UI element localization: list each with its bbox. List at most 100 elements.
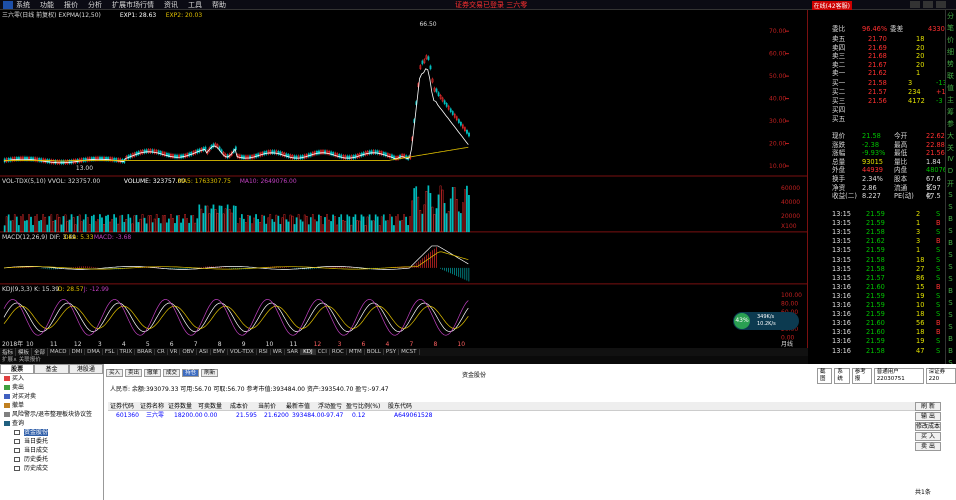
menu-item-system[interactable]: 系统: [16, 0, 30, 10]
sidebar-tab[interactable]: 筹: [946, 107, 955, 117]
sidebar-tab[interactable]: 联: [946, 71, 955, 81]
indicator-tab[interactable]: CR: [155, 349, 168, 355]
toolbar-button[interactable]: 持仓: [182, 368, 200, 377]
sidebar-tab[interactable]: S: [946, 323, 955, 333]
sidebar-tab[interactable]: D: [946, 167, 955, 177]
tree-item[interactable]: 买入: [0, 374, 103, 383]
indicator-tab[interactable]: VR: [168, 349, 181, 355]
sidebar-tab[interactable]: 细: [946, 47, 955, 57]
tree-item[interactable]: 卖出: [0, 383, 103, 392]
table-row[interactable]: 601360 三六零 18200.00 0.00 21.595 21.6200 393484…: [108, 411, 916, 420]
indicator-tab[interactable]: VOL-TDX: [228, 349, 257, 355]
indicator-tab[interactable]: PSY: [384, 349, 400, 355]
indicator-tab[interactable]: SAR: [285, 349, 302, 355]
indicator-tab[interactable]: CCI: [316, 349, 330, 355]
menu-item-help[interactable]: 帮助: [212, 0, 226, 10]
account-button[interactable]: 截图: [817, 368, 833, 384]
tree-tab-fund[interactable]: 基金: [34, 364, 69, 374]
action-button[interactable]: 买 入: [915, 432, 941, 441]
action-button[interactable]: 刷 新: [915, 402, 941, 411]
sidebar-tab[interactable]: S: [946, 191, 955, 201]
maximize-icon[interactable]: [923, 1, 933, 8]
kline-chart[interactable]: 三六零(日线 前复权) EXPMA(12,50) EXP1: 28.63 EXP…: [0, 10, 808, 348]
toolbar-button[interactable]: 成交: [163, 368, 181, 377]
indicator-tab[interactable]: MACD: [48, 349, 70, 355]
indicator-tab[interactable]: BOLL: [365, 349, 384, 355]
indicator-tab[interactable]: FSL: [103, 349, 118, 355]
tree-subitem[interactable]: 当日成交: [0, 446, 103, 455]
sidebar-tab[interactable]: 笔: [946, 23, 955, 33]
indicator-tab[interactable]: 指标: [0, 348, 17, 356]
tree-subitem[interactable]: 历史成交: [0, 464, 103, 473]
tree-subitem[interactable]: 当日委托: [0, 437, 103, 446]
sidebar-tab[interactable]: Ⅳ: [946, 155, 955, 165]
sidebar-tab[interactable]: 值: [946, 83, 955, 93]
indicator-tab[interactable]: KDJ: [301, 349, 316, 355]
sidebar-tab[interactable]: B: [946, 287, 955, 297]
column-header[interactable]: 浮动盈亏: [318, 402, 342, 411]
indicator-tab[interactable]: 模板: [16, 348, 33, 356]
column-header[interactable]: 可卖数量: [198, 402, 222, 411]
sidebar-tab[interactable]: 参: [946, 119, 955, 129]
sidebar-tab[interactable]: S: [946, 251, 955, 261]
indicator-tab[interactable]: ROC: [330, 349, 347, 355]
indicator-tab[interactable]: OBV: [180, 349, 198, 355]
indicator-tab[interactable]: MCST: [399, 349, 420, 355]
sidebar-tab[interactable]: S: [946, 263, 955, 273]
tree-item[interactable]: 对买对卖: [0, 392, 103, 401]
column-header[interactable]: 股东代码: [388, 402, 412, 411]
column-header[interactable]: 当前价: [258, 402, 276, 411]
action-button[interactable]: 卖 出: [915, 442, 941, 451]
account-button[interactable]: 参考报: [851, 368, 872, 384]
menu-item-function[interactable]: 功能: [40, 0, 54, 10]
menu-item-quote[interactable]: 报价: [64, 0, 78, 10]
tree-subitem[interactable]: 资金股份: [0, 428, 103, 437]
toolbar-button[interactable]: 撤单: [144, 368, 162, 377]
indicator-tab[interactable]: ASI: [197, 349, 211, 355]
sidebar-tab[interactable]: S: [946, 275, 955, 285]
indicator-tab[interactable]: MTM: [347, 349, 365, 355]
account-button[interactable]: 系统: [834, 368, 850, 384]
indicator-tab[interactable]: TRIX: [118, 349, 136, 355]
indicator-tab[interactable]: BRAR: [135, 349, 156, 355]
column-header[interactable]: 盈亏比例(%): [346, 402, 380, 411]
sidebar-tab[interactable]: B: [946, 335, 955, 345]
tree-tab-hk-connect[interactable]: 港股通: [68, 364, 103, 374]
action-button[interactable]: 修改成本: [915, 422, 941, 431]
status-bar[interactable]: 扩展∧ 关联报价: [0, 356, 808, 364]
tree-item[interactable]: 查询: [0, 419, 103, 428]
column-header[interactable]: 最新市值: [286, 402, 310, 411]
indicator-tab[interactable]: WR: [271, 349, 285, 355]
menu-item-analysis[interactable]: 分析: [88, 0, 102, 10]
toolbar-button[interactable]: 刷新: [201, 368, 219, 377]
network-gauge[interactable]: 43% 349K/s 10.2K/s: [733, 312, 799, 330]
sidebar-tab[interactable]: 势: [946, 59, 955, 69]
menu-item-news[interactable]: 资讯: [164, 0, 178, 10]
sidebar-tab[interactable]: B: [946, 347, 955, 357]
tree-item[interactable]: 风险警示/退市整理板块协议签: [0, 410, 103, 419]
period-label[interactable]: 月线: [781, 340, 793, 348]
tree-tab-stock[interactable]: 股票: [0, 364, 35, 374]
column-header[interactable]: 成本价: [230, 402, 248, 411]
quote-sidebar[interactable]: 分笔价细势联值主筹参大关ⅣD开SSBSBSSSBSSSBBSS: [945, 10, 956, 379]
sidebar-tab[interactable]: S: [946, 203, 955, 213]
toolbar-button[interactable]: 卖出: [125, 368, 143, 377]
column-header[interactable]: 证券数量: [168, 402, 192, 411]
indicator-tab[interactable]: DMA: [85, 349, 103, 355]
sidebar-tab[interactable]: 主: [946, 95, 955, 105]
sidebar-tab[interactable]: S: [946, 299, 955, 309]
indicator-tab[interactable]: DMI: [70, 349, 86, 355]
indicator-tab[interactable]: 全部: [32, 348, 49, 356]
sidebar-tab[interactable]: 关: [946, 143, 955, 153]
column-header[interactable]: 证券代码: [110, 402, 134, 411]
close-icon[interactable]: [936, 1, 946, 8]
tree-subitem[interactable]: 历史委托: [0, 455, 103, 464]
sidebar-tab[interactable]: 大: [946, 131, 955, 141]
minimize-icon[interactable]: [910, 1, 920, 8]
account-button[interactable]: 深证券 220: [925, 368, 956, 384]
tree-item[interactable]: 撤单: [0, 401, 103, 410]
menu-item-tools[interactable]: 工具: [188, 0, 202, 10]
sidebar-tab[interactable]: 分: [946, 11, 955, 21]
menu-item-extended-market[interactable]: 扩展市场行情: [112, 0, 154, 10]
sidebar-tab[interactable]: 开: [946, 179, 955, 189]
